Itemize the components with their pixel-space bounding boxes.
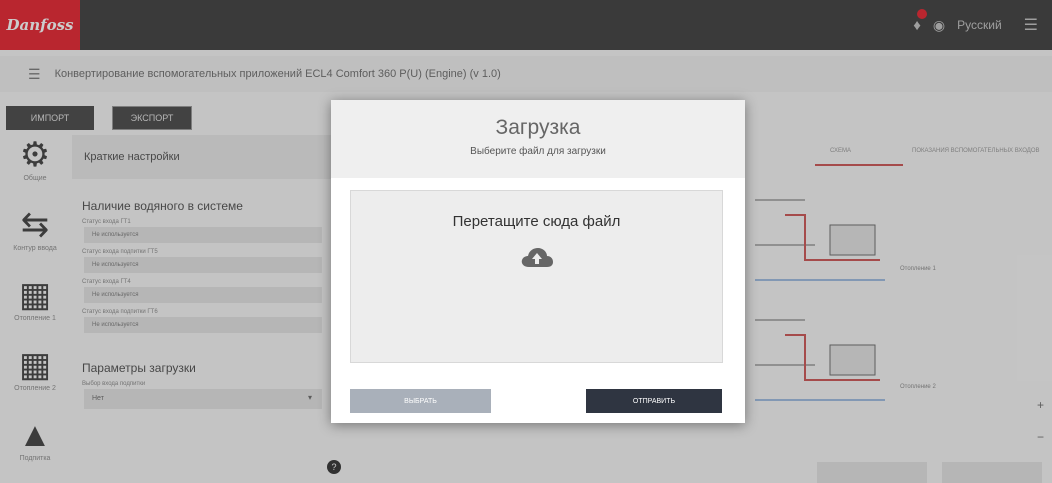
upload-dialog: Загрузка Выберите файл для загрузки Пере…: [331, 100, 745, 423]
send-button[interactable]: ОТПРАВИТЬ: [586, 389, 722, 413]
dialog-title: Загрузка: [495, 116, 581, 139]
dialog-subtitle: Выберите файл для загрузки: [470, 146, 606, 157]
cloud-upload-icon: [521, 248, 553, 267]
choose-file-button[interactable]: ВЫБРАТЬ: [350, 389, 491, 413]
dropzone-text: Перетащите сюда файл: [452, 213, 621, 230]
dialog-header: Загрузка Выберите файл для загрузки: [331, 100, 745, 178]
file-dropzone[interactable]: Перетащите сюда файл: [350, 190, 723, 363]
